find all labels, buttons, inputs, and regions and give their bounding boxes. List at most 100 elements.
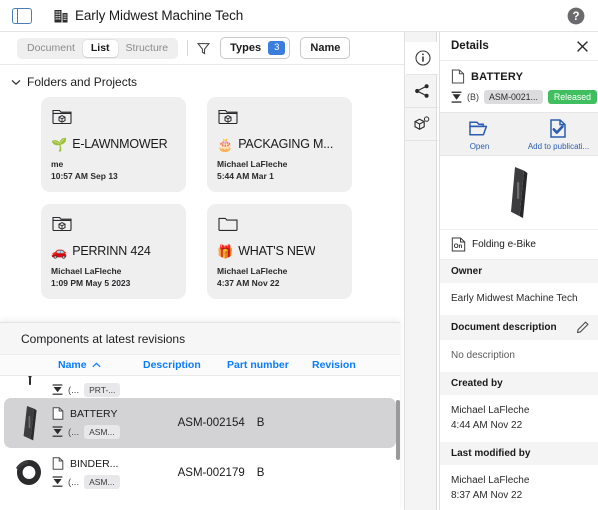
add-publication-icon xyxy=(550,119,566,138)
details-object-name: BATTERY xyxy=(471,70,524,83)
row-name-cell: BINDER... (... ASM... xyxy=(52,457,120,489)
card-meta: me 10:57 AM Sep 13 xyxy=(51,158,176,183)
close-icon[interactable] xyxy=(576,40,589,53)
field-label-created-by-text: Created by xyxy=(451,378,503,389)
rail-button-info[interactable] xyxy=(405,42,438,75)
chevron-up-icon xyxy=(91,362,101,368)
open-button[interactable]: Open xyxy=(440,118,519,151)
field-label-last-modified-by-text: Last modified by xyxy=(451,448,531,459)
details-parent-name: Folding e-Bike xyxy=(472,239,536,250)
column-header-name-label: Name xyxy=(58,359,87,371)
rail-spacer xyxy=(405,32,436,42)
details-title: Details xyxy=(451,40,489,52)
project-folder-icon xyxy=(52,216,72,232)
card-perrinn-424[interactable]: 🚗 PERRINN 424 Michael LaFleche 1:09 PM M… xyxy=(41,204,186,299)
details-object-row: BATTERY xyxy=(440,61,598,84)
app-root: Early Midwest Machine Tech ? Document Li… xyxy=(0,0,598,510)
row-name-label: BATTERY xyxy=(70,407,118,420)
components-panel: Components at latest revisions Name Desc… xyxy=(0,322,400,510)
types-filter-label: Types xyxy=(230,42,262,54)
details-part-chip: ASM-0021... xyxy=(484,90,543,104)
field-label-document-description-text: Document description xyxy=(451,322,557,333)
card-e-lawnmower[interactable]: 🌱 E-LAWNMOWER me 10:57 AM Sep 13 xyxy=(41,97,186,192)
column-header-part-number[interactable]: Part number xyxy=(227,359,312,371)
card-meta: Michael LaFleche 5:44 AM Mar 1 xyxy=(217,158,342,183)
battery-preview xyxy=(511,166,528,218)
table-row[interactable]: BINDER... (... ASM... ASM-002179 B xyxy=(0,448,400,498)
tab-document[interactable]: Document xyxy=(19,40,83,57)
pencil-icon[interactable] xyxy=(576,321,589,334)
view-mode-segmented-control: Document List Structure xyxy=(17,37,179,59)
funnel-part-thumb xyxy=(8,376,52,397)
field-value-last-modified-by: Michael LaFleche 8:37 AM Nov 22 xyxy=(451,475,530,501)
details-parent-document[interactable]: On Folding e-Bike xyxy=(440,230,598,260)
card-owner: Michael LaFleche xyxy=(217,266,288,276)
sidebar-panel-icon[interactable] xyxy=(12,7,32,24)
row-name-cell: BATTERY (... ASM... xyxy=(52,407,120,439)
card-title-row: 🎁 WHAT'S NEW xyxy=(217,244,342,258)
field-label-created-by: Created by xyxy=(440,372,598,395)
binder-clip-thumb xyxy=(8,452,52,494)
card-title-row: 🎂 PACKAGING M... xyxy=(217,137,342,151)
onshape-doc-icon: On xyxy=(451,237,466,252)
table-row[interactable]: BATTERY (... ASM... ASM-002154 B xyxy=(4,398,396,448)
row-name-cell: (... PRT-... xyxy=(52,383,121,397)
card-owner: me xyxy=(51,159,64,169)
card-timestamp: 1:09 PM May 5 2023 xyxy=(51,278,131,289)
column-header-description[interactable]: Description xyxy=(143,359,227,371)
battery-thumb xyxy=(8,402,52,444)
rail-button-share[interactable] xyxy=(405,75,438,108)
field-value-owner: Early Midwest Machine Tech xyxy=(451,293,578,304)
funnel-icon[interactable] xyxy=(197,42,211,55)
document-icon xyxy=(451,69,465,84)
field-label-last-modified-by: Last modified by xyxy=(440,442,598,465)
field-value-created-by: Michael LaFleche 4:44 AM Nov 22 xyxy=(451,405,530,431)
page-title: Early Midwest Machine Tech xyxy=(75,8,244,23)
car-emoji-icon: 🚗 xyxy=(51,243,68,259)
plain-folder-icon xyxy=(218,217,238,231)
card-title: PACKAGING M... xyxy=(238,137,334,151)
card-row: 🌱 E-LAWNMOWER me 10:57 AM Sep 13 🎂 PACKA… xyxy=(41,97,400,192)
tab-structure[interactable]: Structure xyxy=(118,40,177,57)
revision-icon xyxy=(451,91,462,103)
card-packaging-m[interactable]: 🎂 PACKAGING M... Michael LaFleche 5:44 A… xyxy=(207,97,352,192)
card-title: E-LAWNMOWER xyxy=(72,137,168,151)
types-filter-button[interactable]: Types 3 xyxy=(220,37,291,59)
table-row[interactable]: (... PRT-... xyxy=(0,376,400,398)
row-revision: B xyxy=(256,417,265,429)
types-filter-count: 3 xyxy=(268,41,286,55)
folders-section-header[interactable]: Folders and Projects xyxy=(0,65,400,97)
view-toolbar: Document List Structure Types 3 Name xyxy=(0,32,406,65)
add-to-publication-button[interactable]: Add to publicati... xyxy=(519,118,598,151)
tab-list[interactable]: List xyxy=(82,39,118,57)
folders-section-label: Folders and Projects xyxy=(27,75,138,89)
card-whats-new[interactable]: 🎁 WHAT'S NEW Michael LaFleche 4:37 AM No… xyxy=(207,204,352,299)
rail-button-parts[interactable] xyxy=(405,108,438,141)
cube-badge-icon xyxy=(414,116,430,130)
row-name-line: BINDER... xyxy=(52,457,120,470)
row-chip: PRT-... xyxy=(84,383,121,397)
field-label-document-description: Document description xyxy=(440,315,598,340)
project-folder-icon xyxy=(218,109,238,125)
row-chip: ASM... xyxy=(84,425,120,439)
column-header-revision[interactable]: Revision xyxy=(312,359,372,371)
cake-emoji-icon: 🎂 xyxy=(217,136,234,152)
name-filter-button[interactable]: Name xyxy=(300,37,351,59)
help-circle-icon[interactable]: ? xyxy=(567,7,585,25)
card-row: 🚗 PERRINN 424 Michael LaFleche 1:09 PM M… xyxy=(41,204,400,299)
card-title-row: 🌱 E-LAWNMOWER xyxy=(51,137,176,151)
main-list-scrollbar[interactable] xyxy=(396,400,400,460)
field-label-owner-text: Owner xyxy=(451,266,483,277)
revision-icon xyxy=(52,426,63,437)
share-icon xyxy=(414,84,429,98)
components-table-header: Name Description Part number Revision xyxy=(0,355,400,376)
chevron-down-icon xyxy=(11,79,21,85)
details-actions: Open Add to publicati... xyxy=(440,112,598,156)
card-timestamp: 5:44 AM Mar 1 xyxy=(217,171,274,182)
column-header-name[interactable]: Name xyxy=(58,359,143,371)
details-revision-label: (B) xyxy=(467,92,479,102)
top-bar: Early Midwest Machine Tech ? xyxy=(0,0,598,32)
card-title: WHAT'S NEW xyxy=(238,244,316,258)
document-icon xyxy=(52,457,64,470)
right-icon-rail xyxy=(404,32,438,510)
